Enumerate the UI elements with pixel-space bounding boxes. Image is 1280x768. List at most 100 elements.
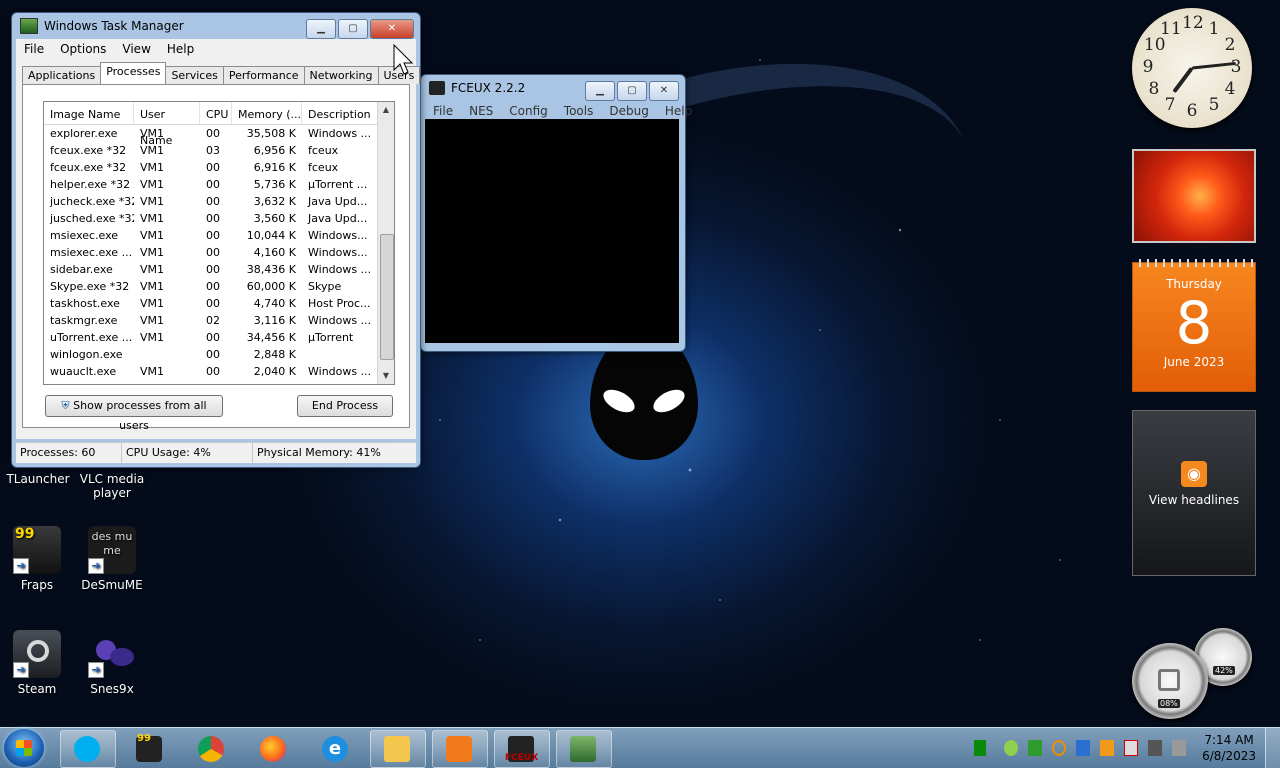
menu-file[interactable]: File xyxy=(425,104,461,118)
maximize-button[interactable]: ▢ xyxy=(338,19,368,39)
scroll-down-arrow[interactable]: ▼ xyxy=(378,368,394,384)
process-name: taskhost.exe xyxy=(50,297,120,310)
show-all-processes-label: Show processes from all users xyxy=(73,399,207,432)
taskbar-windows-explorer[interactable] xyxy=(370,730,426,768)
minimize-button[interactable]: ▁ xyxy=(585,81,615,101)
taskbar-fceux[interactable]: FCEUX xyxy=(494,730,550,768)
tray-network-icon[interactable] xyxy=(1148,740,1162,756)
table-row[interactable]: explorer.exe VM1 00 35,508 K Windows ... xyxy=(44,125,394,142)
process-name: jucheck.exe *32 xyxy=(50,195,134,208)
tray-bluetooth-icon[interactable] xyxy=(1076,740,1090,756)
process-description: Windows... xyxy=(308,229,368,242)
maximize-button[interactable]: ▢ xyxy=(617,81,647,101)
tab-performance[interactable]: Performance xyxy=(222,66,305,84)
taskbar-internet-explorer[interactable]: e xyxy=(308,730,364,768)
process-user: VM1 xyxy=(140,365,165,378)
task-manager-window[interactable]: Windows Task Manager ▁ ▢ ✕ File Options … xyxy=(11,12,421,468)
feed-headlines-gadget[interactable]: ◉ View headlines xyxy=(1132,410,1256,576)
table-row[interactable]: taskmgr.exe VM1 02 3,116 K Windows ... xyxy=(44,312,394,329)
table-row[interactable]: msiexec.exe ... VM1 00 4,160 K Windows... xyxy=(44,244,394,261)
status-cpu: CPU Usage: 4% xyxy=(122,443,253,463)
fceux-window[interactable]: FCEUX 2.2.2 ▁ ▢ ✕ File NES Config Tools … xyxy=(420,74,692,352)
tray-search-icon[interactable] xyxy=(1052,740,1066,756)
tray-fraps-icon[interactable] xyxy=(974,740,986,756)
slideshow-gadget[interactable] xyxy=(1132,149,1256,243)
process-memory: 60,000 K xyxy=(246,280,296,293)
table-row[interactable]: wuauclt.exe VM1 00 2,040 K Windows ... xyxy=(44,363,394,380)
menu-help[interactable]: Help xyxy=(159,42,202,56)
table-row[interactable]: fceux.exe *32 VM1 03 6,956 K fceux xyxy=(44,142,394,159)
menu-options[interactable]: Options xyxy=(52,42,114,56)
desktop-icon-vlc[interactable]: VLC media player xyxy=(72,472,152,500)
table-row[interactable]: jucheck.exe *32 VM1 00 3,632 K Java Upd... xyxy=(44,193,394,210)
desktop-icon-steam[interactable]: ➜ Steam xyxy=(0,630,77,696)
taskbar-chrome[interactable] xyxy=(184,730,240,768)
menu-debug[interactable]: Debug xyxy=(601,104,656,118)
table-row[interactable]: sidebar.exe VM1 00 38,436 K Windows ... xyxy=(44,261,394,278)
menu-view[interactable]: View xyxy=(114,42,158,56)
desktop-icon-fraps[interactable]: 99 ➜ Fraps xyxy=(0,526,77,592)
table-row[interactable]: jusched.exe *32 VM1 00 3,560 K Java Upd... xyxy=(44,210,394,227)
tab-applications[interactable]: Applications xyxy=(22,66,102,84)
taskbar-clock[interactable]: 7:14 AM 6/8/2023 xyxy=(1202,732,1256,764)
menu-nes[interactable]: NES xyxy=(461,104,501,118)
taskbar-skype[interactable] xyxy=(60,730,116,768)
desktop-icon-tlauncher[interactable]: TLauncher xyxy=(0,472,78,486)
table-row[interactable]: msiexec.exe VM1 00 10,044 K Windows... xyxy=(44,227,394,244)
menu-tools[interactable]: Tools xyxy=(556,104,602,118)
process-name: wuauclt.exe xyxy=(50,365,117,378)
process-name: explorer.exe xyxy=(50,127,118,140)
minimize-button[interactable]: ▁ xyxy=(306,19,336,39)
start-button[interactable] xyxy=(4,729,44,767)
taskbar-media-player[interactable] xyxy=(432,730,488,768)
table-row[interactable]: helper.exe *32 VM1 00 5,736 K µTorrent ... xyxy=(44,176,394,193)
column-cpu[interactable]: CPU xyxy=(200,102,232,124)
calendar-rings xyxy=(1133,259,1255,267)
desktop-icon-snes9x[interactable]: ➜ Snes9x xyxy=(72,630,152,696)
tray-utorrent-icon[interactable] xyxy=(1004,740,1018,756)
menu-config[interactable]: Config xyxy=(501,104,556,118)
desktop-icon-label: VLC media player xyxy=(79,472,145,500)
fceux-game-screen[interactable] xyxy=(425,119,679,343)
column-user-name[interactable]: User Name xyxy=(134,102,200,147)
table-row[interactable]: winlogon.exe 00 2,848 K xyxy=(44,346,394,363)
end-process-button[interactable]: End Process xyxy=(297,395,393,417)
tab-processes[interactable]: Processes xyxy=(100,62,167,85)
tab-networking[interactable]: Networking xyxy=(303,66,379,84)
calendar-gadget[interactable]: Thursday 8 June 2023 xyxy=(1132,259,1256,392)
tray-update-icon[interactable] xyxy=(1028,740,1042,756)
menu-file[interactable]: File xyxy=(16,42,52,56)
table-row[interactable]: taskhost.exe VM1 00 4,740 K Host Proc... xyxy=(44,295,394,312)
menu-help[interactable]: Help xyxy=(657,104,700,118)
column-memory[interactable]: Memory (... xyxy=(232,102,302,124)
table-row[interactable]: uTorrent.exe ... VM1 00 34,456 K µTorrent xyxy=(44,329,394,346)
process-user: VM1 xyxy=(140,195,165,208)
taskbar-firefox[interactable] xyxy=(246,730,302,768)
close-button[interactable]: ✕ xyxy=(649,81,679,101)
show-all-processes-button[interactable]: ⛨ Show processes from all users xyxy=(45,395,223,432)
show-desktop-button[interactable] xyxy=(1265,728,1280,768)
taskbar-task-manager[interactable] xyxy=(556,730,612,768)
scrollbar-thumb[interactable] xyxy=(380,234,394,360)
clock-numeral: 8 xyxy=(1148,79,1160,99)
clock-gadget[interactable]: 12 1 2 3 4 5 6 7 8 9 10 11 xyxy=(1132,8,1252,128)
desmume-icon: des mu me ➜ xyxy=(88,526,136,574)
tab-services[interactable]: Services xyxy=(165,66,224,84)
column-description[interactable]: Description xyxy=(302,102,378,124)
column-image-name[interactable]: Image Name xyxy=(44,102,134,124)
close-button[interactable]: ✕ xyxy=(370,19,414,39)
desktop-icon-desmume[interactable]: des mu me ➜ DeSmuME xyxy=(72,526,152,592)
clock-numeral: 12 xyxy=(1182,13,1204,33)
view-headlines-link[interactable]: View headlines xyxy=(1133,493,1255,507)
table-row[interactable]: Skype.exe *32 VM1 00 60,000 K Skype xyxy=(44,278,394,295)
process-list-header: Image Name User Name CPU Memory (... Des… xyxy=(44,102,394,147)
process-user: VM1 xyxy=(140,280,165,293)
process-list[interactable]: Image Name User Name CPU Memory (... Des… xyxy=(43,101,395,385)
tray-java-icon[interactable] xyxy=(1100,740,1114,756)
tray-volume-muted-icon[interactable] xyxy=(1172,740,1186,756)
taskbar-fraps[interactable]: 99 xyxy=(122,730,178,768)
table-row[interactable]: fceux.exe *32 VM1 00 6,916 K fceux xyxy=(44,159,394,176)
tray-action-center-icon[interactable] xyxy=(1124,740,1138,756)
scroll-up-arrow[interactable]: ▲ xyxy=(378,102,394,118)
process-list-scrollbar[interactable]: ▲ ▼ xyxy=(377,102,394,384)
